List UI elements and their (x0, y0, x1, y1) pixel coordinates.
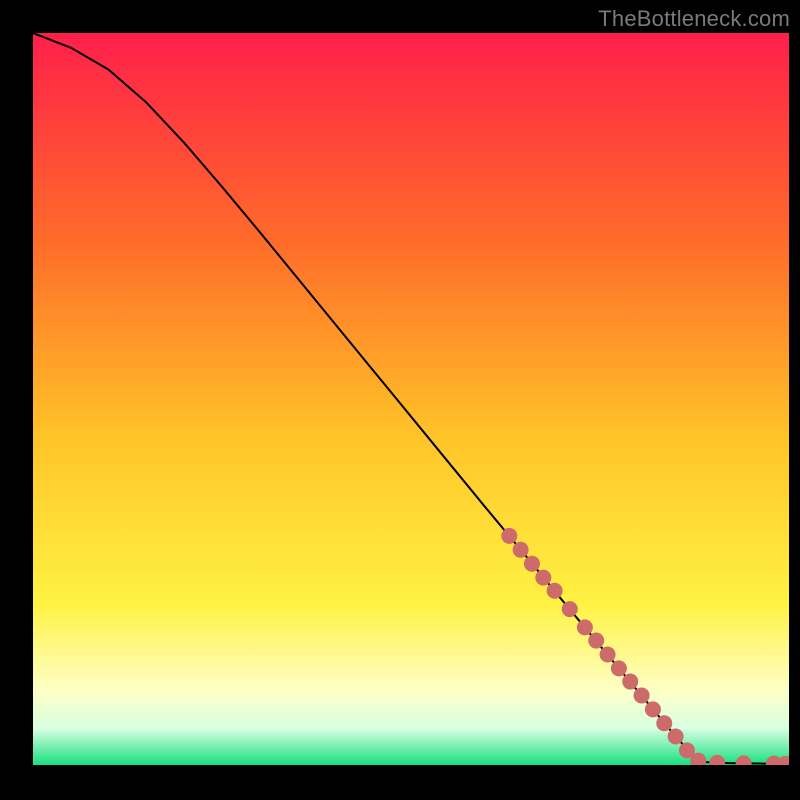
data-marker (577, 619, 593, 635)
chart-stage: TheBottleneck.com (0, 0, 800, 800)
data-marker (634, 687, 650, 703)
data-marker (501, 528, 517, 544)
data-marker (656, 715, 672, 731)
data-marker (547, 583, 563, 599)
data-marker (588, 633, 604, 649)
data-marker (562, 601, 578, 617)
chart-svg (33, 33, 789, 765)
data-marker (524, 556, 540, 572)
data-marker (535, 570, 551, 586)
watermark-text: TheBottleneck.com (598, 6, 790, 32)
gradient-background (33, 33, 789, 765)
data-marker (513, 542, 529, 558)
data-marker (645, 701, 661, 717)
data-marker (668, 728, 684, 744)
data-marker (611, 660, 627, 676)
plot-area (33, 33, 789, 765)
data-marker (600, 646, 616, 662)
data-marker (622, 674, 638, 690)
